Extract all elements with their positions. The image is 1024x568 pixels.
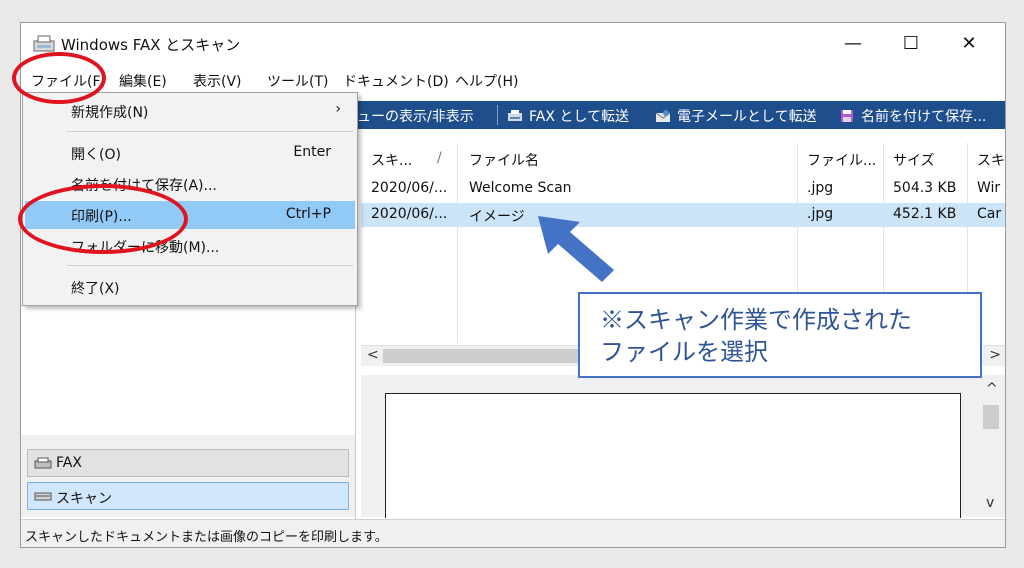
annotation-callout: ※スキャン作業で作成された ファイルを選択: [578, 292, 982, 378]
scanner-icon: [34, 492, 52, 501]
toolbar-separator: [497, 105, 498, 125]
menu-help[interactable]: ヘルプ(H): [455, 71, 518, 91]
menu-document[interactable]: ドキュメント(D): [343, 71, 449, 91]
scroll-down-icon[interactable]: v: [986, 495, 994, 511]
menu-item-label: 開く(O): [71, 147, 121, 163]
menu-item-exit[interactable]: 終了(X): [25, 273, 355, 301]
menu-view[interactable]: 表示(V): [193, 71, 242, 91]
fax-folder-label: FAX: [56, 455, 82, 471]
cell-size: 504.3 KB: [893, 180, 957, 196]
maximize-button[interactable]: ☐: [891, 29, 931, 59]
column-filename[interactable]: ファイル名: [469, 150, 539, 170]
email-icon: [655, 110, 671, 122]
menu-separator: [67, 265, 353, 266]
fax-forward-button[interactable]: FAX として転送: [507, 106, 629, 126]
fax-scan-app-icon: [33, 35, 55, 52]
cell-type: .jpg: [807, 180, 834, 196]
toggle-preview-button[interactable]: ューの表示/非表示: [357, 106, 474, 126]
fax-icon: [508, 110, 522, 121]
annotation-circle-file-menu: [12, 52, 106, 104]
menu-shortcut: Enter: [293, 144, 331, 160]
cell-date: 2020/06/...: [371, 180, 448, 196]
scroll-left-icon[interactable]: <: [367, 347, 379, 363]
menu-tools[interactable]: ツール(T): [267, 71, 328, 91]
fax-forward-label: FAX として転送: [529, 109, 629, 125]
email-forward-label: 電子メールとして転送: [677, 109, 817, 125]
callout-line-2: ファイルを選択: [600, 338, 768, 366]
scan-folder-label: スキャン: [56, 491, 112, 507]
annotation-arrow-icon: [538, 216, 614, 282]
close-button[interactable]: ✕: [949, 29, 989, 59]
preview-page: [385, 393, 961, 518]
status-bar: スキャンしたドキュメントまたは画像のコピーを印刷します。: [21, 519, 1005, 547]
save-as-button[interactable]: 名前を付けて保存...: [839, 106, 986, 126]
menu-bar: ファイル(F) 編集(E) 表示(V) ツール(T) ドキュメント(D) ヘルプ…: [21, 67, 1005, 93]
cell-type: .jpg: [807, 206, 834, 222]
cell-date: 2020/06/...: [371, 206, 448, 222]
menu-item-label: 終了(X): [71, 281, 120, 297]
window-title: Windows FAX とスキャン: [61, 36, 241, 54]
toolbar: ューの表示/非表示 FAX として転送 電子メールとして転送 名前を付けて保存.…: [355, 101, 1005, 129]
scroll-thumb[interactable]: [983, 405, 999, 429]
table-row-selected[interactable]: 2020/06/... イメージ .jpg 452.1 KB Car: [361, 203, 1005, 227]
menu-item-open[interactable]: 開く(O) Enter: [25, 139, 355, 167]
annotation-circle-print: [18, 184, 188, 254]
save-as-label: 名前を付けて保存...: [861, 109, 987, 125]
menu-item-label: 新規作成(N): [71, 105, 149, 121]
submenu-arrow-icon: ›: [335, 101, 341, 117]
email-forward-button[interactable]: 電子メールとして転送: [655, 106, 817, 126]
title-bar: Windows FAX とスキャン — ☐ ✕: [21, 23, 1005, 67]
minimize-button[interactable]: —: [833, 29, 873, 59]
column-filetype[interactable]: ファイル...: [807, 150, 876, 170]
scan-folder-button[interactable]: スキャン: [27, 482, 349, 510]
cell-filename: イメージ: [469, 209, 525, 225]
cell-filename: Welcome Scan: [469, 180, 572, 196]
scroll-right-icon[interactable]: >: [989, 347, 1001, 363]
column-scanner[interactable]: スキ: [977, 150, 1005, 170]
scroll-up-icon[interactable]: ^: [986, 381, 998, 397]
status-text: スキャンしたドキュメントまたは画像のコピーを印刷します。: [25, 530, 388, 545]
menu-separator: [67, 131, 353, 132]
fax-icon: [34, 457, 52, 469]
table-row[interactable]: 2020/06/... Welcome Scan .jpg 504.3 KB W…: [361, 177, 1005, 201]
menu-shortcut: Ctrl+P: [285, 206, 331, 222]
fax-folder-button[interactable]: FAX: [27, 449, 349, 477]
vertical-scrollbar[interactable]: ^ v: [979, 379, 1003, 517]
sort-indicator: /: [437, 150, 442, 166]
cell-scanner: Wir: [977, 180, 1001, 196]
menu-edit[interactable]: 編集(E): [119, 71, 167, 91]
column-scan-date[interactable]: スキ...: [371, 150, 412, 170]
callout-line-1: ※スキャン作業で作成された: [600, 306, 912, 334]
save-icon: [841, 110, 853, 122]
column-divider: [457, 143, 458, 343]
column-size[interactable]: サイズ: [893, 150, 935, 170]
cell-scanner: Car: [977, 206, 1002, 222]
cell-size: 452.1 KB: [893, 206, 957, 222]
